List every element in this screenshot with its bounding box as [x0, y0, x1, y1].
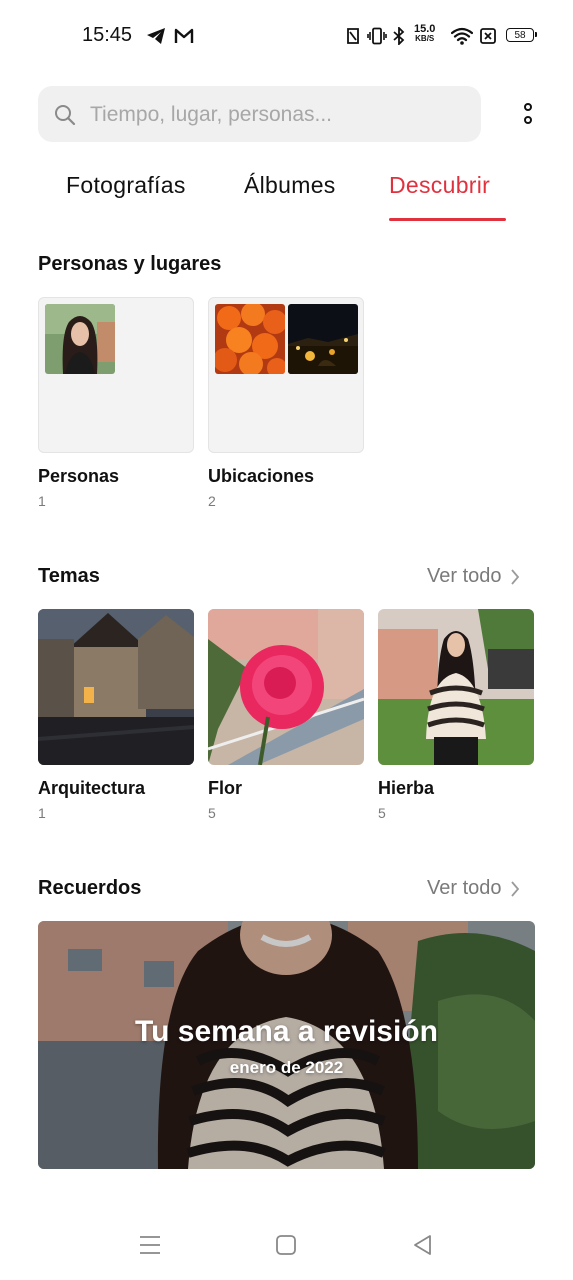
gmail-icon	[173, 24, 195, 48]
recents-nav-button[interactable]	[130, 1228, 170, 1262]
vibrate-icon	[366, 24, 388, 48]
search-input[interactable]	[88, 86, 472, 144]
status-time: 15:45	[82, 24, 133, 46]
memory-card-week-review[interactable]: Tu semana a revisión enero de 2022	[38, 921, 535, 1169]
topic-count-architecture: 1	[38, 805, 46, 821]
location-thumbnail-night	[288, 304, 358, 374]
section-title-topics: Temas	[38, 565, 100, 587]
topic-card-grass[interactable]	[378, 609, 534, 765]
topic-card-architecture[interactable]	[38, 609, 194, 765]
locations-album-count: 2	[208, 493, 216, 509]
battery-level: 58	[514, 29, 526, 41]
nfc-icon	[344, 24, 362, 48]
tab-photos[interactable]: Fotografías	[66, 172, 186, 199]
topic-label-architecture: Arquitectura	[38, 778, 146, 798]
search-bar[interactable]	[38, 86, 481, 144]
tab-albums[interactable]: Álbumes	[244, 172, 336, 199]
chevron-right-icon	[510, 880, 519, 897]
menu-icon	[140, 1236, 160, 1254]
people-album-label: Personas	[38, 466, 120, 486]
person-thumbnail	[45, 304, 115, 374]
back-triangle-icon	[414, 1235, 431, 1255]
memory-card-title: Tu semana a revisión	[135, 1015, 438, 1048]
section-title-people-places: Personas y lugares	[38, 253, 222, 275]
topics-see-all-link[interactable]: Ver todo	[427, 565, 520, 588]
section-title-memories: Recuerdos	[38, 877, 142, 899]
tab-discover[interactable]: Descubrir	[389, 172, 490, 199]
home-nav-button[interactable]	[266, 1228, 306, 1262]
telegram-icon	[145, 24, 167, 48]
search-icon	[55, 105, 76, 126]
active-tab-indicator	[389, 218, 506, 221]
topic-label-flower: Flor	[208, 778, 242, 798]
memories-see-all-link[interactable]: Ver todo	[427, 877, 520, 900]
memory-card-subtitle: enero de 2022	[229, 1058, 344, 1077]
more-options-icon[interactable]	[514, 96, 544, 132]
locations-album-card[interactable]	[208, 297, 364, 453]
sim-off-icon	[478, 24, 498, 48]
location-thumbnail-oranges	[215, 304, 285, 374]
battery-icon: 58	[506, 28, 537, 42]
wifi-icon	[450, 24, 474, 48]
topics-see-all-label: Ver todo	[427, 565, 502, 587]
topic-label-grass: Hierba	[378, 778, 435, 798]
back-nav-button[interactable]	[403, 1228, 443, 1262]
bluetooth-icon	[391, 24, 407, 48]
memories-see-all-label: Ver todo	[427, 877, 502, 899]
people-album-card[interactable]	[38, 297, 194, 453]
network-speed: 15.0 KB/S	[414, 23, 436, 44]
people-album-count: 1	[38, 493, 46, 509]
topic-count-flower: 5	[208, 805, 216, 821]
locations-album-label: Ubicaciones	[208, 466, 315, 486]
chevron-right-icon	[510, 568, 519, 585]
topic-count-grass: 5	[378, 805, 386, 821]
home-square-icon	[276, 1235, 296, 1255]
topic-card-flower[interactable]	[208, 609, 364, 765]
